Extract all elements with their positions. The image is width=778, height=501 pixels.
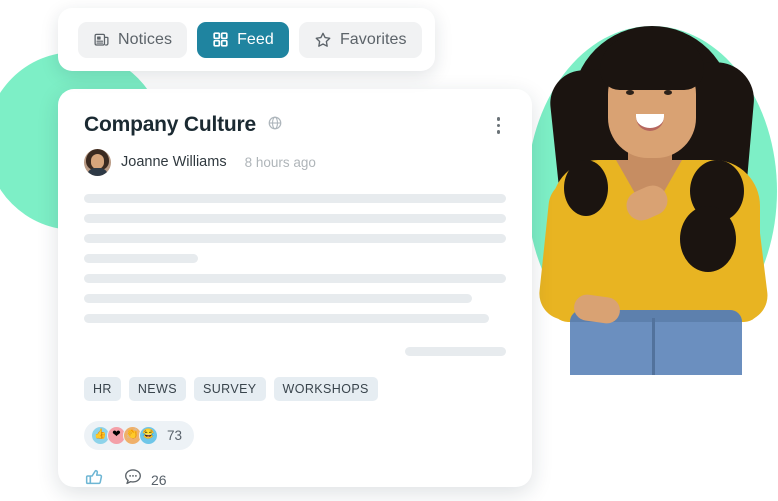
- kebab-menu-icon[interactable]: [491, 113, 507, 138]
- skeleton-line-trailing: [404, 346, 506, 356]
- tab-notices[interactable]: Notices: [78, 21, 188, 58]
- grid-icon: [212, 31, 229, 48]
- post-title-group: Company Culture: [84, 113, 283, 137]
- avatar[interactable]: [84, 148, 111, 176]
- skeleton-line: [84, 313, 490, 323]
- tag-list: HR NEWS SURVEY WORKSHOPS: [84, 376, 506, 401]
- comment-count: 26: [151, 471, 167, 488]
- tag-news[interactable]: NEWS: [128, 376, 186, 401]
- tab-notices-label: Notices: [118, 30, 173, 48]
- avatar-face: [91, 153, 104, 169]
- like-button[interactable]: [84, 467, 105, 493]
- reaction-summary[interactable]: 👍 ❤ 👏 😂 73: [84, 420, 195, 450]
- kebab-dot: [496, 130, 500, 134]
- skeleton-line: [84, 273, 506, 283]
- hair-curl-left: [564, 160, 608, 216]
- skeleton-line: [84, 233, 506, 243]
- author-name[interactable]: Joanne Williams: [121, 154, 227, 170]
- right-eye: [664, 90, 672, 95]
- post-actions: 26: [84, 467, 506, 493]
- tag-workshops[interactable]: WORKSHOPS: [273, 376, 378, 401]
- tab-feed-label: Feed: [237, 30, 274, 48]
- skeleton-line: [84, 213, 506, 223]
- tag-survey[interactable]: SURVEY: [193, 376, 266, 401]
- post-body-skeleton: [84, 193, 506, 356]
- screenshot-stage: Notices Feed Favorites Company Culture J…: [0, 0, 778, 501]
- comment-bubble-icon: [123, 467, 143, 492]
- skeleton-line: [84, 293, 473, 303]
- reaction-emoji-stack: 👍 ❤ 👏 😂: [91, 425, 158, 445]
- thumbs-up-icon: [84, 467, 105, 493]
- post-card: Company Culture Joanne Williams 8 hours …: [58, 89, 532, 488]
- laugh-reaction-icon: 😂: [139, 425, 158, 445]
- person-photo: [530, 10, 778, 375]
- hair-front-shape: [600, 36, 704, 90]
- post-header: Company Culture: [84, 113, 506, 138]
- skeleton-line: [84, 193, 506, 203]
- globe-icon: [267, 115, 283, 136]
- kebab-dot: [496, 117, 500, 121]
- kebab-dot: [496, 123, 500, 127]
- newspaper-icon: [93, 31, 110, 48]
- tab-favorites-label: Favorites: [339, 30, 407, 48]
- post-timestamp: 8 hours ago: [244, 154, 316, 170]
- page-title: Company Culture: [84, 113, 257, 137]
- hair-curl-lower-right: [680, 206, 736, 272]
- reaction-count: 73: [167, 427, 183, 443]
- post-byline: Joanne Williams 8 hours ago: [84, 148, 506, 176]
- jeans-seam: [652, 318, 655, 375]
- comment-button[interactable]: 26: [123, 467, 167, 492]
- avatar-body: [87, 167, 108, 176]
- tab-bar: Notices Feed Favorites: [58, 8, 435, 71]
- tab-favorites[interactable]: Favorites: [298, 21, 422, 58]
- skeleton-line: [84, 253, 198, 263]
- left-eye: [626, 90, 634, 95]
- tab-feed[interactable]: Feed: [197, 21, 289, 58]
- tag-hr[interactable]: HR: [84, 376, 121, 401]
- star-icon: [314, 31, 332, 49]
